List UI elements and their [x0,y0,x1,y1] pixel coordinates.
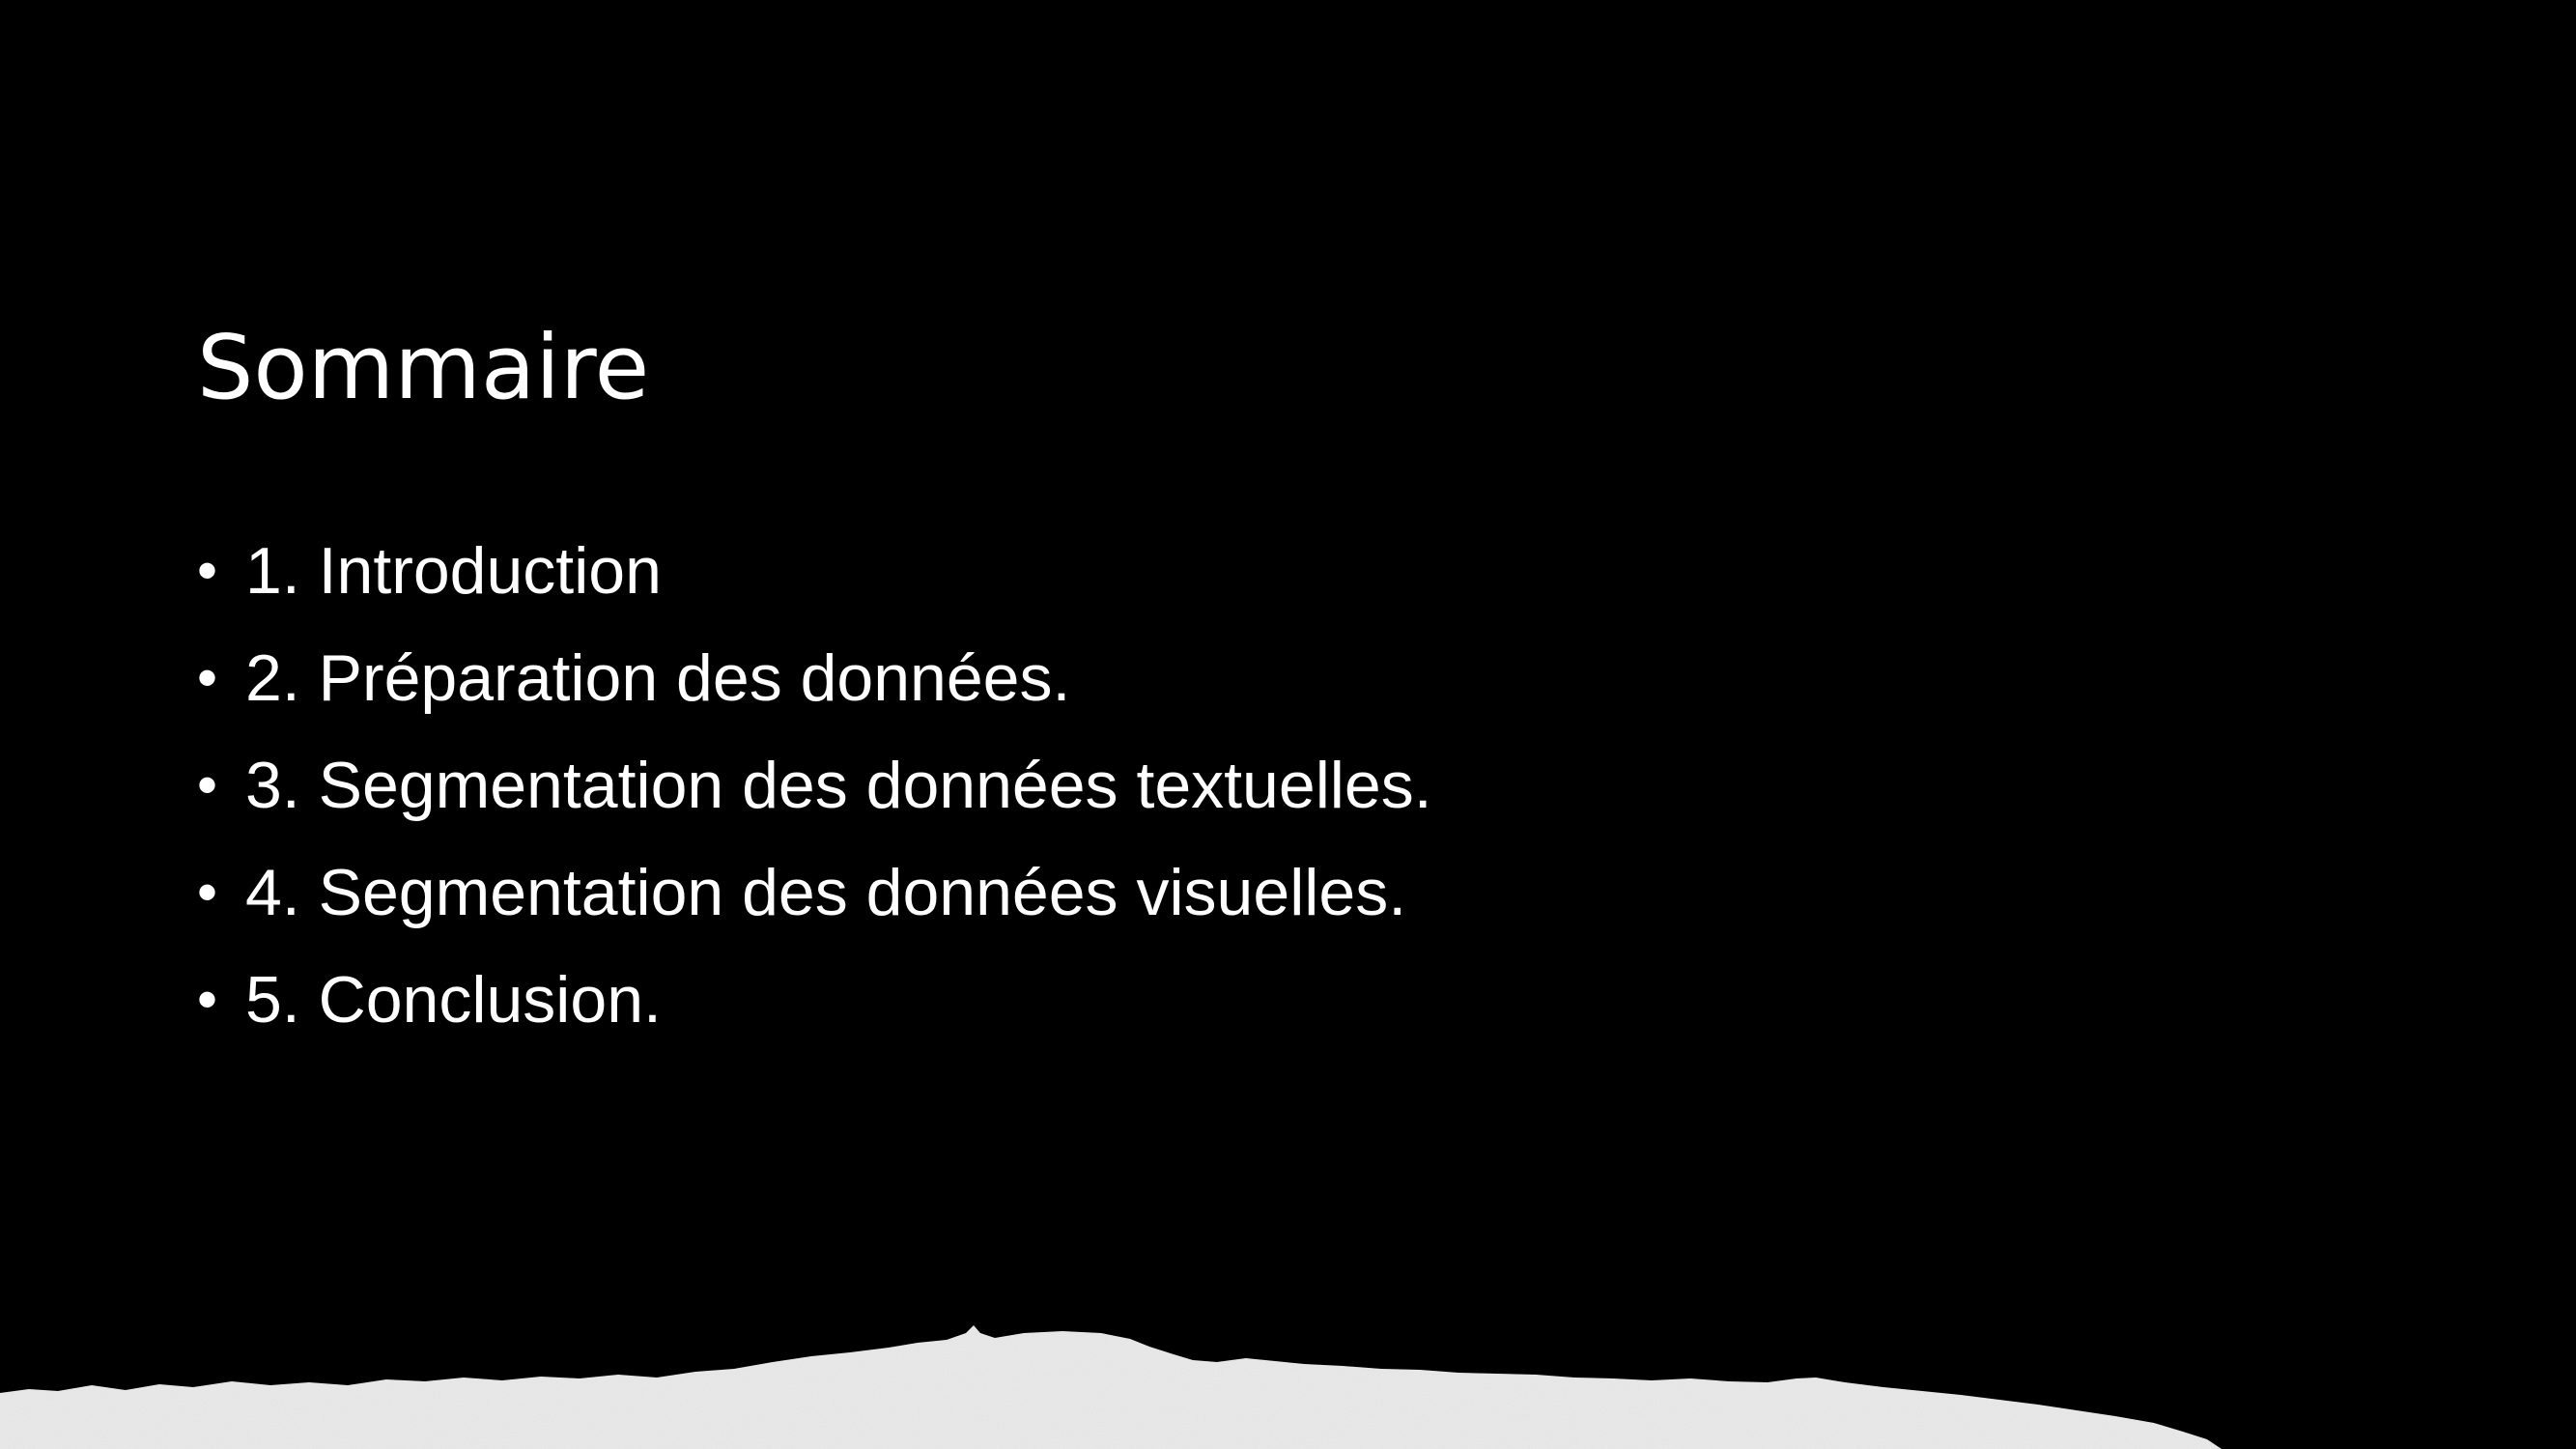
list-item: • 1. Introduction [197,517,1432,624]
list-item-label: 4. Segmentation des données visuelles. [245,855,1407,929]
list-item-label: 2. Préparation des données. [245,640,1071,715]
torn-paper-decoration [0,1325,2222,1449]
list-item-label: 3. Segmentation des données textuelles. [245,748,1432,822]
slide-title: Sommaire [197,316,650,419]
list-item: • 4. Segmentation des données visuelles. [197,838,1432,946]
bullet-icon: • [197,966,218,1032]
bullet-icon: • [197,537,218,603]
list-item: • 2. Préparation des données. [197,624,1432,731]
slide: Sommaire • 1. Introduction • 2. Préparat… [0,0,2576,1449]
list-item-label: 5. Conclusion. [245,962,662,1037]
bullet-icon: • [197,752,218,817]
list-item-label: 1. Introduction [245,533,662,608]
torn-paper-shape [0,1325,2222,1449]
bullet-icon: • [197,859,218,924]
list-item: • 5. Conclusion. [197,946,1432,1053]
bullet-icon: • [197,644,218,710]
list-item: • 3. Segmentation des données textuelles… [197,731,1432,838]
agenda-list: • 1. Introduction • 2. Préparation des d… [197,517,1432,1053]
